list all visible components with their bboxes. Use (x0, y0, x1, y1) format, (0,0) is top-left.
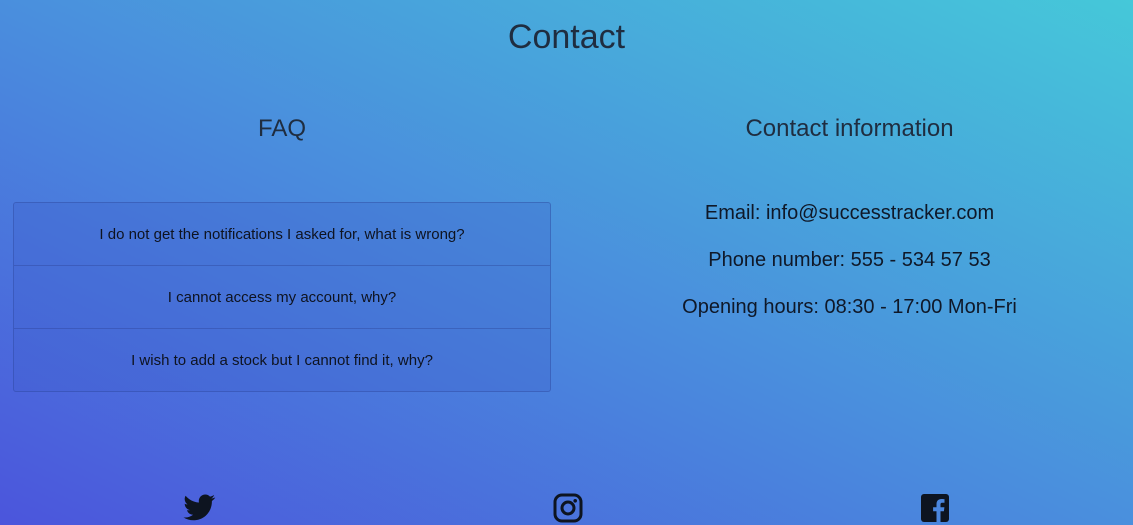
page-title: Contact (507, 18, 626, 56)
faq-title: FAQ (257, 115, 306, 142)
contact-email: Email: info@successtracker.com (704, 202, 995, 224)
facebook-icon (921, 494, 949, 522)
faq-item-account-access[interactable]: I cannot access my account, why? (14, 266, 550, 329)
contact-phone: Phone number: 555 - 534 57 53 (708, 249, 991, 271)
contact-info-title: Contact information (745, 115, 954, 142)
facebook-link[interactable] (920, 492, 950, 525)
twitter-icon (183, 494, 216, 521)
faq-accordion: I do not get the notifications I asked f… (13, 202, 551, 392)
contact-hours: Opening hours: 08:30 - 17:00 Mon-Fri (682, 296, 1017, 318)
contact-info: Email: info@successtracker.com Phone num… (566, 200, 1133, 341)
instagram-link[interactable] (552, 492, 584, 525)
faq-item-notifications[interactable]: I do not get the notifications I asked f… (14, 203, 550, 266)
instagram-icon (553, 493, 583, 523)
twitter-link[interactable] (182, 492, 216, 525)
faq-item-add-stock[interactable]: I wish to add a stock but I cannot find … (14, 329, 550, 391)
